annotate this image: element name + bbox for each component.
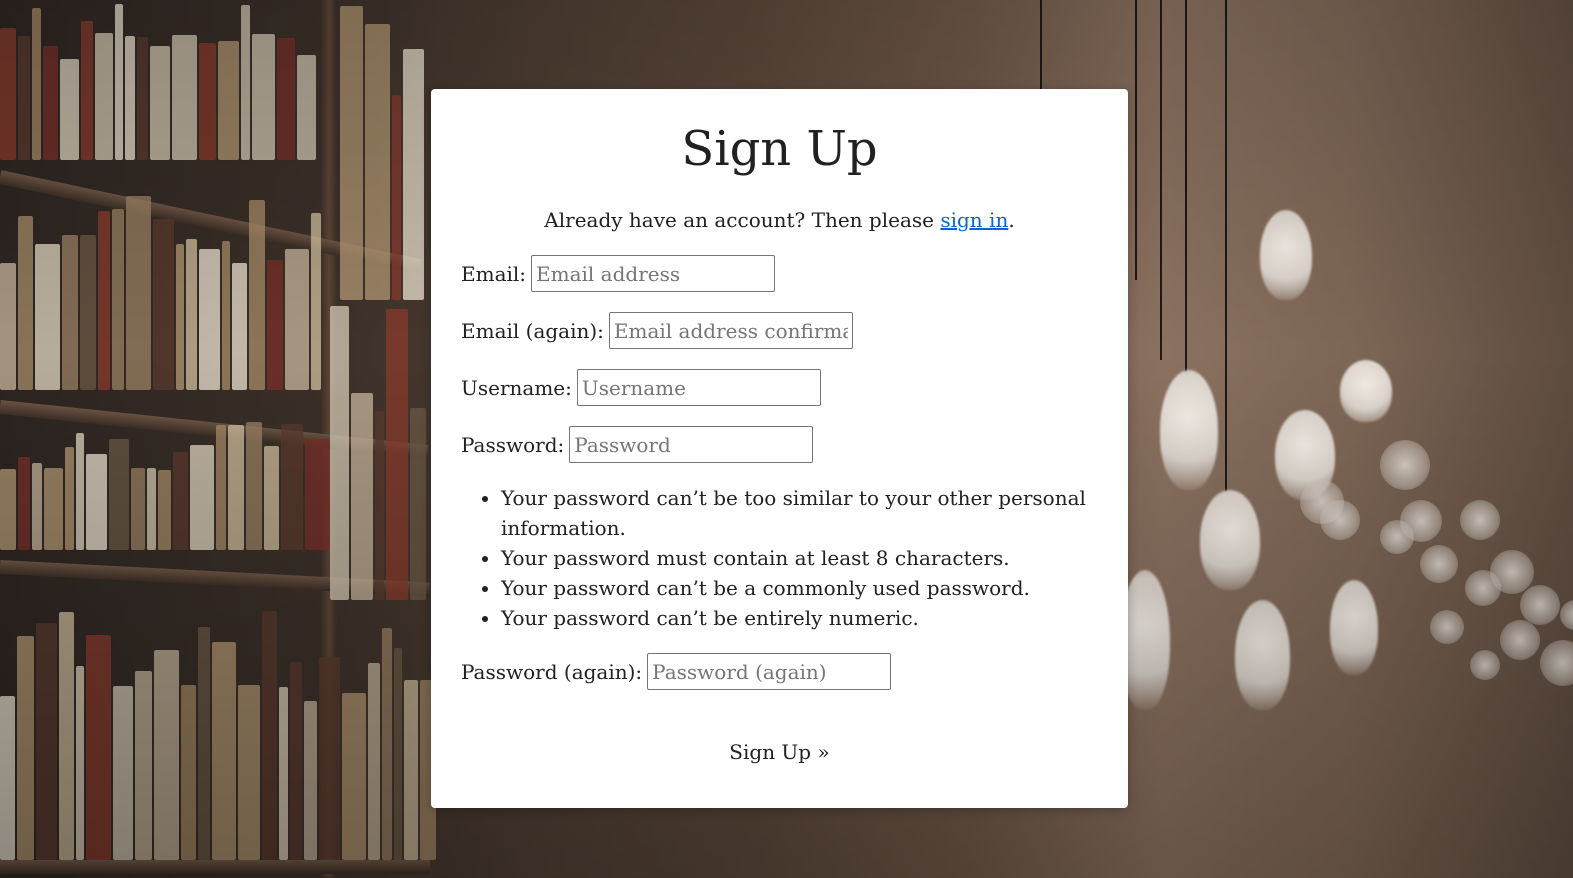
signin-link[interactable]: sign in xyxy=(940,208,1008,232)
password-rule: Your password can’t be entirely numeric. xyxy=(501,603,1098,633)
signup-submit-button[interactable]: Sign Up » xyxy=(719,736,839,768)
email-again-label: Email (again): xyxy=(461,318,604,343)
page-title: Sign Up xyxy=(681,121,878,177)
password-again-field[interactable] xyxy=(647,653,892,690)
email-field[interactable] xyxy=(531,255,776,292)
password-again-label: Password (again): xyxy=(461,659,643,684)
email-row: Email: xyxy=(461,255,1098,292)
email-again-field[interactable] xyxy=(608,312,853,349)
signin-prompt: Already have an account? Then please sig… xyxy=(461,207,1098,233)
password-row: Password: xyxy=(461,426,1098,463)
password-again-row: Password (again): xyxy=(461,653,1098,690)
signin-prompt-text: Already have an account? Then please xyxy=(544,208,941,232)
password-rules-list: Your password can’t be too similar to yo… xyxy=(461,483,1098,633)
email-again-row: Email (again): xyxy=(461,312,1098,349)
signup-card: Sign Up Already have an account? Then pl… xyxy=(431,89,1128,808)
password-field[interactable] xyxy=(569,426,814,463)
username-label: Username: xyxy=(461,375,572,400)
username-row: Username: xyxy=(461,369,1098,406)
password-rule: Your password must contain at least 8 ch… xyxy=(501,543,1098,573)
password-rule: Your password can’t be too similar to yo… xyxy=(501,483,1098,543)
signin-prompt-end: . xyxy=(1008,208,1015,232)
password-rule: Your password can’t be a commonly used p… xyxy=(501,573,1098,603)
username-field[interactable] xyxy=(576,369,821,406)
password-label: Password: xyxy=(461,432,565,457)
email-label: Email: xyxy=(461,261,527,286)
